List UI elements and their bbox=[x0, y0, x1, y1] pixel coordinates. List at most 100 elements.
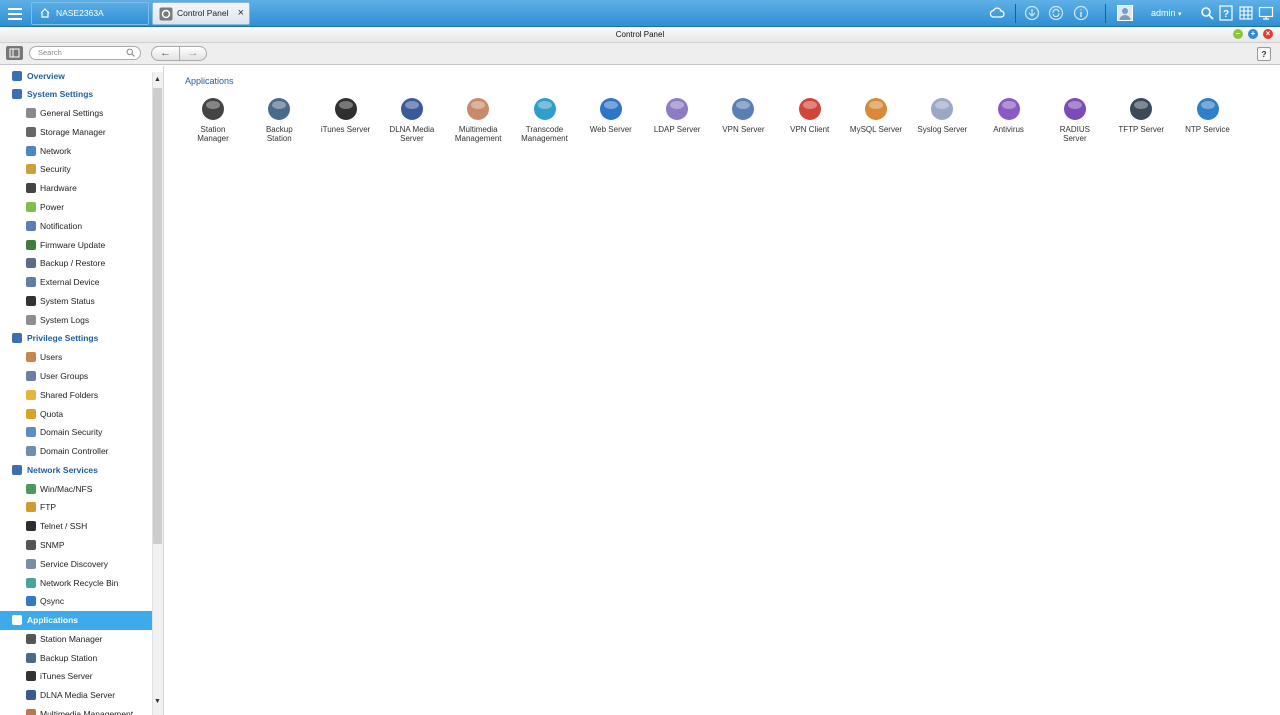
search-icon[interactable] bbox=[1199, 5, 1215, 21]
scroll-up-arrow[interactable]: ▲ bbox=[153, 75, 162, 84]
app-tile-vpn-client[interactable]: VPN Client bbox=[777, 96, 843, 134]
app-tile-station-manager[interactable]: Station Manager bbox=[180, 96, 246, 143]
sidebar-item-general-settings[interactable]: General Settings bbox=[0, 104, 152, 123]
sidebar-item-storage-manager[interactable]: Storage Manager bbox=[0, 123, 152, 142]
sidebar-item-shared-folders[interactable]: Shared Folders bbox=[0, 386, 152, 405]
storage-manager-icon bbox=[26, 126, 36, 137]
main-menu-button[interactable] bbox=[4, 3, 26, 24]
maximize-button[interactable]: + bbox=[1248, 29, 1258, 39]
app-tile-web-server[interactable]: Web Server bbox=[578, 96, 644, 134]
sidebar-item-firmware-update[interactable]: Firmware Update bbox=[0, 236, 152, 255]
firmware-update-icon bbox=[26, 239, 36, 250]
power-icon bbox=[26, 201, 36, 212]
app-tile-ntp-service[interactable]: NTP Service bbox=[1175, 96, 1241, 134]
sync-icon[interactable] bbox=[1048, 5, 1064, 21]
app-tile-antivirus[interactable]: Antivirus bbox=[976, 96, 1042, 134]
security-icon bbox=[26, 164, 36, 175]
sidebar-item-overview[interactable]: Overview bbox=[0, 67, 152, 86]
back-button[interactable]: ← bbox=[152, 47, 179, 60]
app-tile-tftp-server[interactable]: TFTP Server bbox=[1108, 96, 1174, 134]
sidebar-item-hardware[interactable]: Hardware bbox=[0, 179, 152, 198]
sidebar-item-label: Quota bbox=[40, 408, 64, 419]
home-icon bbox=[40, 8, 50, 18]
sidebar-item-power[interactable]: Power bbox=[0, 198, 152, 217]
app-tile-mysql-server[interactable]: MySQL Server bbox=[843, 96, 909, 134]
grid-icon[interactable] bbox=[1238, 5, 1254, 21]
sidebar-item-ftp[interactable]: FTP bbox=[0, 498, 152, 517]
forward-button[interactable]: → bbox=[179, 47, 206, 60]
network-services-icon bbox=[12, 464, 22, 475]
minimize-button[interactable]: – bbox=[1233, 29, 1243, 39]
user-menu[interactable]: admin ▾ bbox=[1151, 0, 1182, 28]
sidebar-toggle-icon bbox=[9, 48, 20, 58]
notification-icon bbox=[26, 220, 36, 231]
download-icon[interactable] bbox=[1024, 5, 1040, 21]
app-tile-transcode-management[interactable]: Transcode Management bbox=[512, 96, 578, 143]
tab-control-panel[interactable]: Control Panel × bbox=[152, 2, 250, 25]
sidebar-item-label: Hardware bbox=[40, 183, 77, 194]
sidebar-item-backup-restore[interactable]: Backup / Restore bbox=[0, 254, 152, 273]
sidebar-item-win-mac-nfs[interactable]: Win/Mac/NFS bbox=[0, 480, 152, 499]
sidebar-item-domain-controller[interactable]: Domain Controller bbox=[0, 442, 152, 461]
monitor-icon[interactable] bbox=[1258, 5, 1274, 21]
backup-station-icon bbox=[26, 652, 36, 663]
toolbar-separator bbox=[1105, 4, 1106, 23]
app-tile-ldap-server[interactable]: LDAP Server bbox=[644, 96, 710, 134]
sidebar-item-multimedia-management[interactable]: Multimedia Management bbox=[0, 705, 152, 715]
app-tile-syslog-server[interactable]: Syslog Server bbox=[909, 96, 975, 134]
sidebar-toggle-button[interactable] bbox=[6, 46, 23, 60]
info-icon[interactable] bbox=[1073, 5, 1089, 21]
sidebar-item-network-recycle-bin[interactable]: Network Recycle Bin bbox=[0, 574, 152, 593]
app-label: iTunes Server bbox=[320, 125, 371, 134]
backup-restore-icon bbox=[26, 258, 36, 269]
app-tile-radius-server[interactable]: RADIUS Server bbox=[1042, 96, 1108, 143]
sidebar-item-system-status[interactable]: System Status bbox=[0, 292, 152, 311]
close-window-button[interactable]: × bbox=[1263, 29, 1273, 39]
sidebar-item-user-groups[interactable]: User Groups bbox=[0, 367, 152, 386]
app-tile-vpn-server[interactable]: VPN Server bbox=[710, 96, 776, 134]
app-tile-backup-station[interactable]: Backup Station bbox=[246, 96, 312, 143]
control-panel-toolbar: Search ← → ? bbox=[0, 43, 1280, 65]
sidebar-item-dlna-media-server[interactable]: DLNA Media Server bbox=[0, 686, 152, 705]
sidebar-item-station-manager[interactable]: Station Manager bbox=[0, 630, 152, 649]
ntp-service-icon bbox=[1196, 98, 1219, 120]
domain-controller-icon bbox=[26, 446, 36, 457]
sidebar-scrollbar-thumb[interactable] bbox=[153, 88, 162, 544]
search-input[interactable]: Search bbox=[29, 46, 141, 60]
sidebar-item-applications[interactable]: Applications bbox=[0, 611, 152, 630]
app-tile-multimedia-management[interactable]: Multimedia Management bbox=[445, 96, 511, 143]
sidebar-item-backup-station[interactable]: Backup Station bbox=[0, 649, 152, 668]
sidebar-item-notification[interactable]: Notification bbox=[0, 217, 152, 236]
sidebar-item-label: SNMP bbox=[40, 540, 65, 550]
sidebar-item-quota[interactable]: Quota bbox=[0, 405, 152, 424]
sidebar-item-external-device[interactable]: External Device bbox=[0, 273, 152, 292]
sidebar-item-privilege-settings[interactable]: Privilege Settings bbox=[0, 329, 152, 348]
sidebar-item-network[interactable]: Network bbox=[0, 142, 152, 161]
sidebar-item-users[interactable]: Users bbox=[0, 348, 152, 367]
sidebar-item-domain-security[interactable]: Domain Security bbox=[0, 423, 152, 442]
dlna-media-server-icon bbox=[26, 690, 36, 701]
sidebar-item-snmp[interactable]: SNMP bbox=[0, 536, 152, 555]
user-avatar-icon[interactable] bbox=[1117, 5, 1133, 21]
sidebar-item-label: System Logs bbox=[40, 314, 90, 325]
app-tile-dlna-media-server[interactable]: DLNA Media Server bbox=[379, 96, 445, 143]
sidebar-item-system-logs[interactable]: System Logs bbox=[0, 311, 152, 330]
scroll-down-arrow[interactable]: ▼ bbox=[153, 697, 162, 706]
help-icon[interactable]: ? bbox=[1218, 5, 1234, 21]
sidebar-item-itunes-server[interactable]: iTunes Server bbox=[0, 667, 152, 686]
sidebar-item-label: Network Services bbox=[27, 464, 98, 475]
sidebar-item-security[interactable]: Security bbox=[0, 160, 152, 179]
sidebar-item-service-discovery[interactable]: Service Discovery bbox=[0, 555, 152, 574]
close-tab-icon[interactable]: × bbox=[238, 3, 244, 24]
home-tab[interactable]: NASE2363A bbox=[31, 2, 149, 25]
sidebar-item-telnet-ssh[interactable]: Telnet / SSH bbox=[0, 517, 152, 536]
cloud-icon[interactable] bbox=[989, 5, 1005, 21]
sidebar-divider bbox=[163, 66, 164, 715]
help-button[interactable]: ? bbox=[1257, 47, 1271, 61]
sidebar-item-system-settings[interactable]: System Settings bbox=[0, 85, 152, 104]
vpn-server-icon bbox=[732, 98, 755, 120]
sidebar-item-network-services[interactable]: Network Services bbox=[0, 461, 152, 480]
app-tile-itunes-server[interactable]: iTunes Server bbox=[313, 96, 379, 134]
sidebar-item-qsync[interactable]: Qsync bbox=[0, 592, 152, 611]
dlna-media-server-icon bbox=[400, 98, 423, 120]
